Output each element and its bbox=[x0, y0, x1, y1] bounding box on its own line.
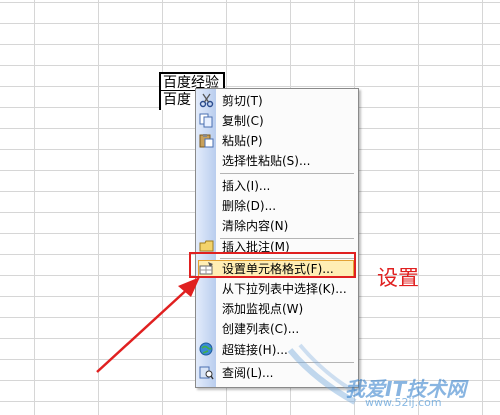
spreadsheet-window: 百度经验 百度 剪切(T) 复制(C) 粘贴(P) 选择性粘贴(S)... 插入… bbox=[0, 0, 500, 415]
annotation-arrow bbox=[96, 277, 200, 373]
format-cells-icon bbox=[199, 262, 213, 275]
watermark-url: www.52ij.com bbox=[365, 396, 442, 409]
